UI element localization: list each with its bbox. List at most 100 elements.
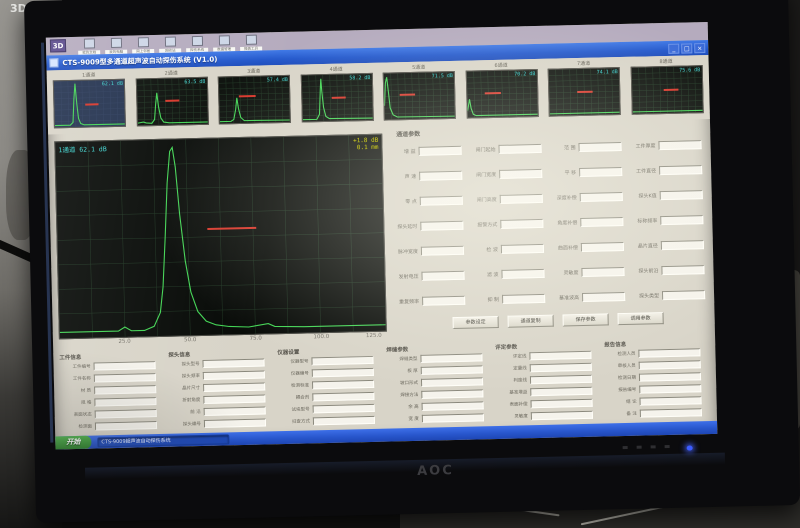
monitor-button[interactable]: [637, 446, 642, 449]
form-input[interactable]: [529, 351, 591, 360]
form-input[interactable]: [203, 371, 265, 380]
channel-panel-8[interactable]: 8通道75.6 dB: [630, 58, 703, 115]
form-input[interactable]: [94, 373, 156, 382]
form-input[interactable]: [312, 368, 374, 377]
desktop-icon[interactable]: 网上邻居: [131, 37, 155, 55]
form-input[interactable]: [420, 353, 482, 362]
channel-panel-1[interactable]: 1通道62.1 dB: [53, 72, 126, 129]
form-input[interactable]: [95, 421, 157, 430]
param-input[interactable]: [421, 246, 464, 256]
param-input[interactable]: [581, 242, 624, 252]
minimize-button[interactable]: _: [668, 43, 679, 53]
form-input[interactable]: [421, 389, 483, 398]
param-input[interactable]: [579, 167, 622, 177]
channel-panel-4[interactable]: 4通道58.2 dB: [300, 66, 373, 123]
maximize-button[interactable]: □: [681, 43, 692, 53]
param-input[interactable]: [422, 296, 465, 306]
param-input[interactable]: [660, 215, 703, 225]
param-input[interactable]: [419, 146, 462, 156]
param-input[interactable]: [581, 267, 624, 277]
form-input[interactable]: [313, 416, 375, 425]
form-input[interactable]: [312, 392, 374, 401]
param-input[interactable]: [660, 190, 703, 200]
param-input[interactable]: [500, 219, 543, 229]
param-button[interactable]: 通道复制: [508, 315, 554, 328]
channel-scope[interactable]: 58.2 dB: [300, 73, 373, 123]
channel-panel-7[interactable]: 7通道74.1 dB: [548, 60, 621, 117]
desktop-icon[interactable]: 3D: [50, 39, 74, 53]
form-input[interactable]: [421, 365, 483, 374]
monitor-button[interactable]: [623, 446, 628, 449]
param-input[interactable]: [580, 217, 623, 227]
param-input[interactable]: [502, 294, 545, 304]
channel-scope[interactable]: 74.1 dB: [548, 67, 621, 117]
form-input[interactable]: [203, 394, 265, 403]
param-input[interactable]: [501, 244, 544, 254]
param-input[interactable]: [578, 142, 621, 152]
param-input[interactable]: [582, 292, 625, 302]
channel-panel-6[interactable]: 6通道70.2 dB: [465, 62, 538, 119]
form-input[interactable]: [422, 413, 484, 422]
form-input[interactable]: [421, 377, 483, 386]
form-input[interactable]: [530, 375, 592, 384]
desktop-icon[interactable]: 数据管理: [212, 35, 236, 53]
form-input[interactable]: [94, 385, 156, 394]
param-input[interactable]: [662, 290, 705, 300]
param-input[interactable]: [421, 271, 464, 281]
param-input[interactable]: [658, 140, 701, 150]
form-input[interactable]: [313, 404, 375, 413]
channel-scope[interactable]: 71.5 dB: [383, 71, 456, 121]
channel-panel-2[interactable]: 2通道63.5 dB: [135, 70, 208, 127]
monitor-button[interactable]: [651, 445, 656, 448]
desktop-icon[interactable]: 回收站: [158, 36, 182, 54]
param-input[interactable]: [580, 192, 623, 202]
form-input[interactable]: [202, 359, 264, 368]
param-input[interactable]: [500, 194, 543, 204]
form-input[interactable]: [639, 396, 701, 405]
param-input[interactable]: [420, 196, 463, 206]
channel-scope[interactable]: 70.2 dB: [465, 69, 538, 119]
form-input[interactable]: [94, 397, 156, 406]
param-input[interactable]: [499, 169, 542, 179]
param-button[interactable]: 参数设定: [453, 316, 499, 329]
form-input[interactable]: [531, 411, 593, 420]
form-input[interactable]: [640, 408, 702, 417]
form-input[interactable]: [93, 361, 155, 370]
param-input[interactable]: [420, 221, 463, 231]
desktop-icon[interactable]: 探伤系统: [185, 36, 209, 54]
form-input[interactable]: [530, 363, 592, 372]
form-input[interactable]: [639, 372, 701, 381]
form-input[interactable]: [95, 409, 157, 418]
param-input[interactable]: [501, 269, 544, 279]
desktop-icon[interactable]: 我的文档: [77, 38, 101, 56]
form-input[interactable]: [312, 380, 374, 389]
channel-scope[interactable]: 63.5 dB: [135, 77, 208, 127]
close-button[interactable]: ×: [694, 43, 705, 53]
form-input[interactable]: [639, 360, 701, 369]
form-input[interactable]: [422, 401, 484, 410]
param-input[interactable]: [659, 165, 702, 175]
monitor-control-buttons[interactable]: [623, 445, 670, 449]
taskbar-app-button[interactable]: CTS-9009超声波自动探伤系统: [97, 434, 229, 447]
form-input[interactable]: [638, 348, 700, 357]
desktop-icon[interactable]: 报表工具: [239, 34, 263, 52]
form-input[interactable]: [530, 387, 592, 396]
form-input[interactable]: [531, 399, 593, 408]
channel-scope[interactable]: 75.6 dB: [630, 65, 703, 115]
form-input[interactable]: [639, 384, 701, 393]
channel-scope[interactable]: 57.4 dB: [218, 75, 291, 125]
channel-panel-3[interactable]: 3通道57.4 dB: [218, 68, 291, 125]
form-input[interactable]: [204, 406, 266, 415]
start-button[interactable]: 开始: [55, 436, 91, 450]
param-button[interactable]: 调用参数: [617, 312, 663, 325]
param-input[interactable]: [661, 265, 704, 275]
param-input[interactable]: [498, 144, 541, 154]
param-button[interactable]: 保存参数: [562, 313, 608, 326]
form-input[interactable]: [203, 382, 265, 391]
param-input[interactable]: [419, 171, 462, 181]
desktop-icon[interactable]: 我的电脑: [104, 38, 128, 56]
form-input[interactable]: [311, 356, 373, 365]
param-input[interactable]: [661, 240, 704, 250]
channel-scope[interactable]: 62.1 dB: [53, 79, 126, 129]
form-input[interactable]: [204, 418, 266, 427]
